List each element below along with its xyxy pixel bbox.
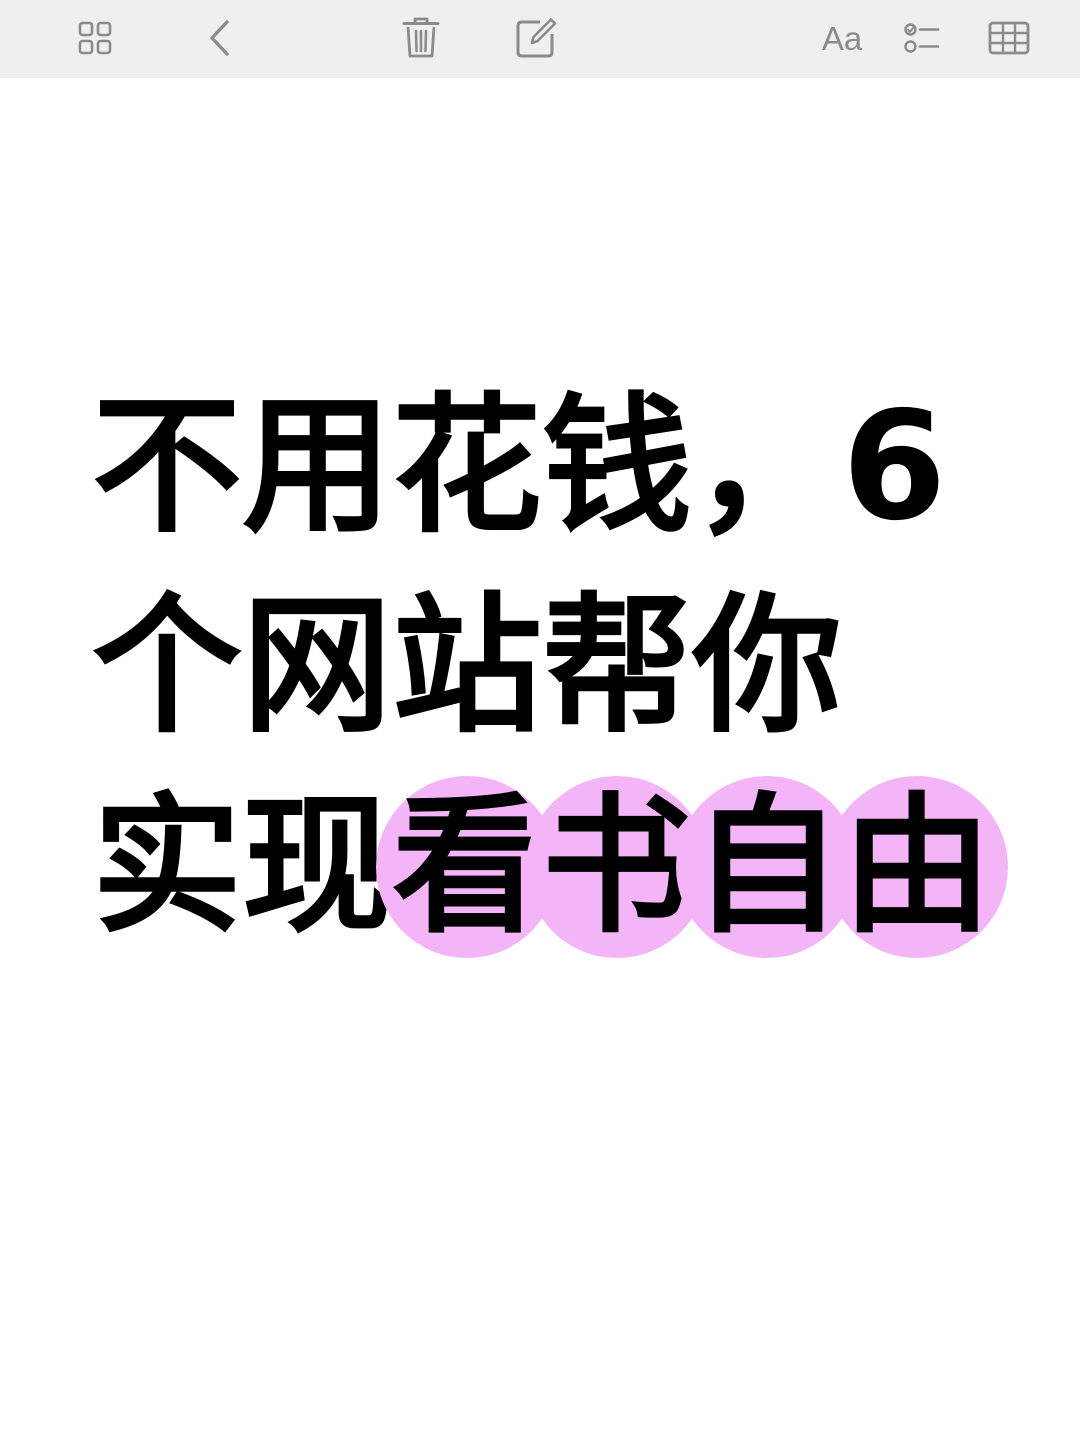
highlighted-char: 书: [526, 767, 709, 967]
headline-line-1: 不用花钱，6: [92, 380, 947, 554]
note-headline: 不用花钱，6 个网站帮你 实现看书自由: [92, 367, 1032, 967]
back-button[interactable]: [192, 12, 248, 64]
delete-button[interactable]: [393, 12, 449, 64]
gallery-view-button[interactable]: [67, 12, 123, 64]
notes-toolbar: Aa: [0, 0, 1080, 78]
headline-line-3-prefix: 实现: [92, 780, 393, 954]
chevron-left-icon: [210, 20, 229, 56]
headline-line-2: 个网站帮你: [92, 580, 843, 754]
compose-icon: [516, 18, 557, 58]
checklist-icon: [904, 23, 940, 53]
table-icon: [988, 21, 1030, 55]
headline-line-3: 实现看书自由: [92, 767, 1032, 967]
text-format-icon: Aa: [821, 19, 863, 57]
text-format-button[interactable]: Aa: [814, 12, 870, 64]
trash-icon: [402, 17, 440, 58]
compose-button[interactable]: [508, 12, 564, 64]
table-button[interactable]: [981, 12, 1037, 64]
highlighted-char: 看: [376, 767, 559, 967]
gallery-grid-icon: [78, 21, 112, 55]
checklist-button[interactable]: [894, 12, 950, 64]
highlighted-char: 自: [676, 767, 859, 967]
highlighted-char: 由: [826, 767, 1009, 967]
